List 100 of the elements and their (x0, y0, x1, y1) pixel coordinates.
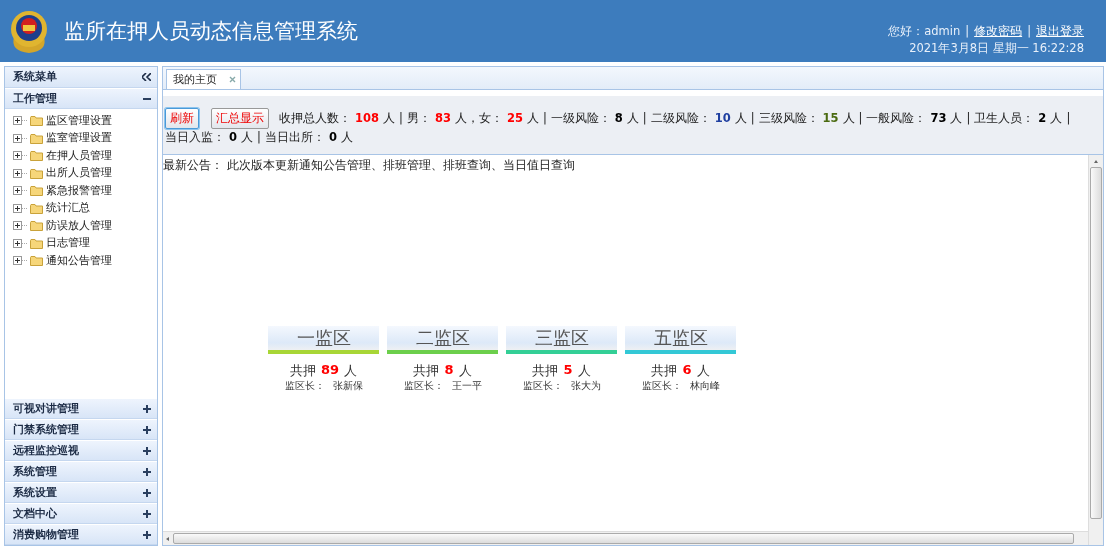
expand-node-icon[interactable] (13, 168, 27, 178)
tab[interactable]: 我的主页 (166, 69, 241, 89)
stat-value: 73 (930, 111, 947, 125)
tree-item[interactable]: 统计汇总 (13, 200, 157, 216)
stat-label: 人 (842, 111, 855, 125)
inmate-count-text: 共押 8 人 (413, 362, 472, 380)
tree-item[interactable]: 监室管理设置 (13, 130, 157, 146)
vertical-scrollbar[interactable] (1088, 155, 1103, 545)
menu-section[interactable]: 文档中心 (5, 503, 157, 524)
horizontal-scrollbar[interactable] (163, 531, 1088, 545)
expand-node-icon[interactable] (13, 186, 27, 196)
stat-value: 15 (822, 111, 839, 125)
menu-section[interactable]: 门禁系统管理 (5, 419, 157, 440)
greeting-text: 您好：admin (888, 24, 961, 39)
folder-icon (30, 185, 43, 197)
tree-item[interactable]: 防误放人管理 (13, 218, 157, 234)
toolbar-button[interactable]: 汇总显示 (211, 108, 269, 129)
stat-label: 当日出所： (264, 130, 325, 144)
expand-icon[interactable] (143, 404, 151, 413)
notice-text: 最新公告： 此次版本更新通知公告管理、排班管理、排班查询、当日值日查询 (163, 157, 576, 174)
inmate-count-text: 共押 5 人 (532, 362, 591, 380)
separator: | (542, 111, 547, 125)
menu-section[interactable]: 工作管理 (5, 88, 157, 109)
stat-label: 卫生人员： (974, 111, 1035, 125)
folder-icon (30, 150, 43, 162)
menu-section[interactable]: 远程监控巡视 (5, 440, 157, 461)
leader-text: 监区长： 张大为 (522, 380, 601, 393)
expand-icon[interactable] (143, 467, 151, 476)
stat-label: 人 (526, 111, 539, 125)
folder-icon (30, 237, 43, 249)
expand-node-icon[interactable] (13, 151, 27, 161)
area-header[interactable]: 三监区 (506, 326, 617, 354)
sidebar-title: 系统菜单 (13, 70, 57, 84)
separator: | (1027, 24, 1031, 39)
inmate-count-text: 共押 6 人 (651, 362, 710, 380)
menu-section[interactable]: 系统设置 (5, 482, 157, 503)
tree-item[interactable]: 日志管理 (13, 235, 157, 251)
menu-section[interactable]: 系统管理 (5, 461, 157, 482)
menu-section[interactable]: 可视对讲管理 (5, 398, 157, 419)
toolbar-button[interactable]: 刷新 (165, 108, 199, 129)
folder-icon (30, 167, 43, 179)
tree-item[interactable]: 通知公告管理 (13, 253, 157, 269)
expand-icon[interactable] (143, 530, 151, 539)
tree-item[interactable]: 紧急报警管理 (13, 183, 157, 199)
collapse-sidebar-icon[interactable] (142, 73, 151, 81)
stat-label: 一级风险： (550, 111, 611, 125)
stat-label: 人 (340, 130, 353, 144)
menu-section[interactable]: 消费购物管理 (5, 524, 157, 545)
stat-value: 8 (614, 111, 623, 125)
header-link[interactable]: 修改密码 (974, 24, 1023, 39)
expand-icon[interactable] (143, 488, 151, 497)
stat-label: 人 (1050, 111, 1063, 125)
stat-label: 人 (950, 111, 963, 125)
stat-value: 108 (355, 111, 379, 125)
stat-label: 一般风险： (866, 111, 927, 125)
expand-node-icon[interactable] (13, 116, 27, 126)
expand-node-icon[interactable] (13, 221, 27, 231)
expand-node-icon[interactable] (13, 256, 27, 266)
inmate-count-text: 共押 89 人 (289, 362, 358, 380)
folder-icon (30, 202, 43, 214)
folder-icon (30, 115, 43, 127)
folder-icon (30, 255, 43, 267)
separator: | (257, 130, 261, 144)
stat-value: 0 (229, 130, 237, 144)
leader-text: 监区长： 张新保 (284, 380, 363, 393)
stat-label: 人 (241, 130, 253, 144)
stat-value: 0 (328, 130, 337, 144)
area-header[interactable]: 一监区 (268, 326, 379, 354)
stat-value: 10 (714, 111, 731, 125)
stat-label: 人 (383, 111, 395, 125)
area-header[interactable]: 二监区 (387, 326, 498, 354)
separator: | (642, 111, 647, 125)
leader-text: 监区长： 王一平 (403, 380, 482, 393)
expand-icon[interactable] (143, 425, 151, 434)
separator: | (858, 111, 863, 125)
stat-label: 人 (626, 111, 639, 125)
stat-label: 二级风险： (650, 111, 711, 125)
separator: | (1066, 111, 1071, 125)
stat-label: 收押总人数： (279, 111, 351, 125)
separator: | (399, 111, 403, 125)
separator: | (750, 111, 755, 125)
folder-icon (30, 220, 43, 232)
stat-value: 83 (434, 111, 451, 125)
header-link[interactable]: 退出登录 (1036, 24, 1084, 39)
expand-node-icon[interactable] (13, 238, 27, 248)
area-header[interactable]: 五监区 (625, 326, 736, 354)
stat-value: 25 (506, 111, 523, 125)
tree-item[interactable]: 监区管理设置 (13, 113, 157, 129)
expand-node-icon[interactable] (13, 133, 27, 143)
expand-node-icon[interactable] (13, 203, 27, 213)
tree-item[interactable]: 出所人员管理 (13, 165, 157, 181)
expand-icon[interactable] (143, 446, 151, 455)
expand-icon[interactable] (143, 509, 151, 518)
app-title: 监所在押人员动态信息管理系统 (64, 18, 359, 45)
folder-icon (30, 132, 43, 144)
stat-label: 人，女： (454, 111, 503, 125)
datetime-text: 2021年3月8日 星期一 16:22:28 (909, 41, 1084, 56)
leader-text: 监区长： 林向峰 (641, 380, 720, 393)
tree-item[interactable]: 在押人员管理 (13, 148, 157, 164)
stat-label: 三级风险： (758, 111, 819, 125)
